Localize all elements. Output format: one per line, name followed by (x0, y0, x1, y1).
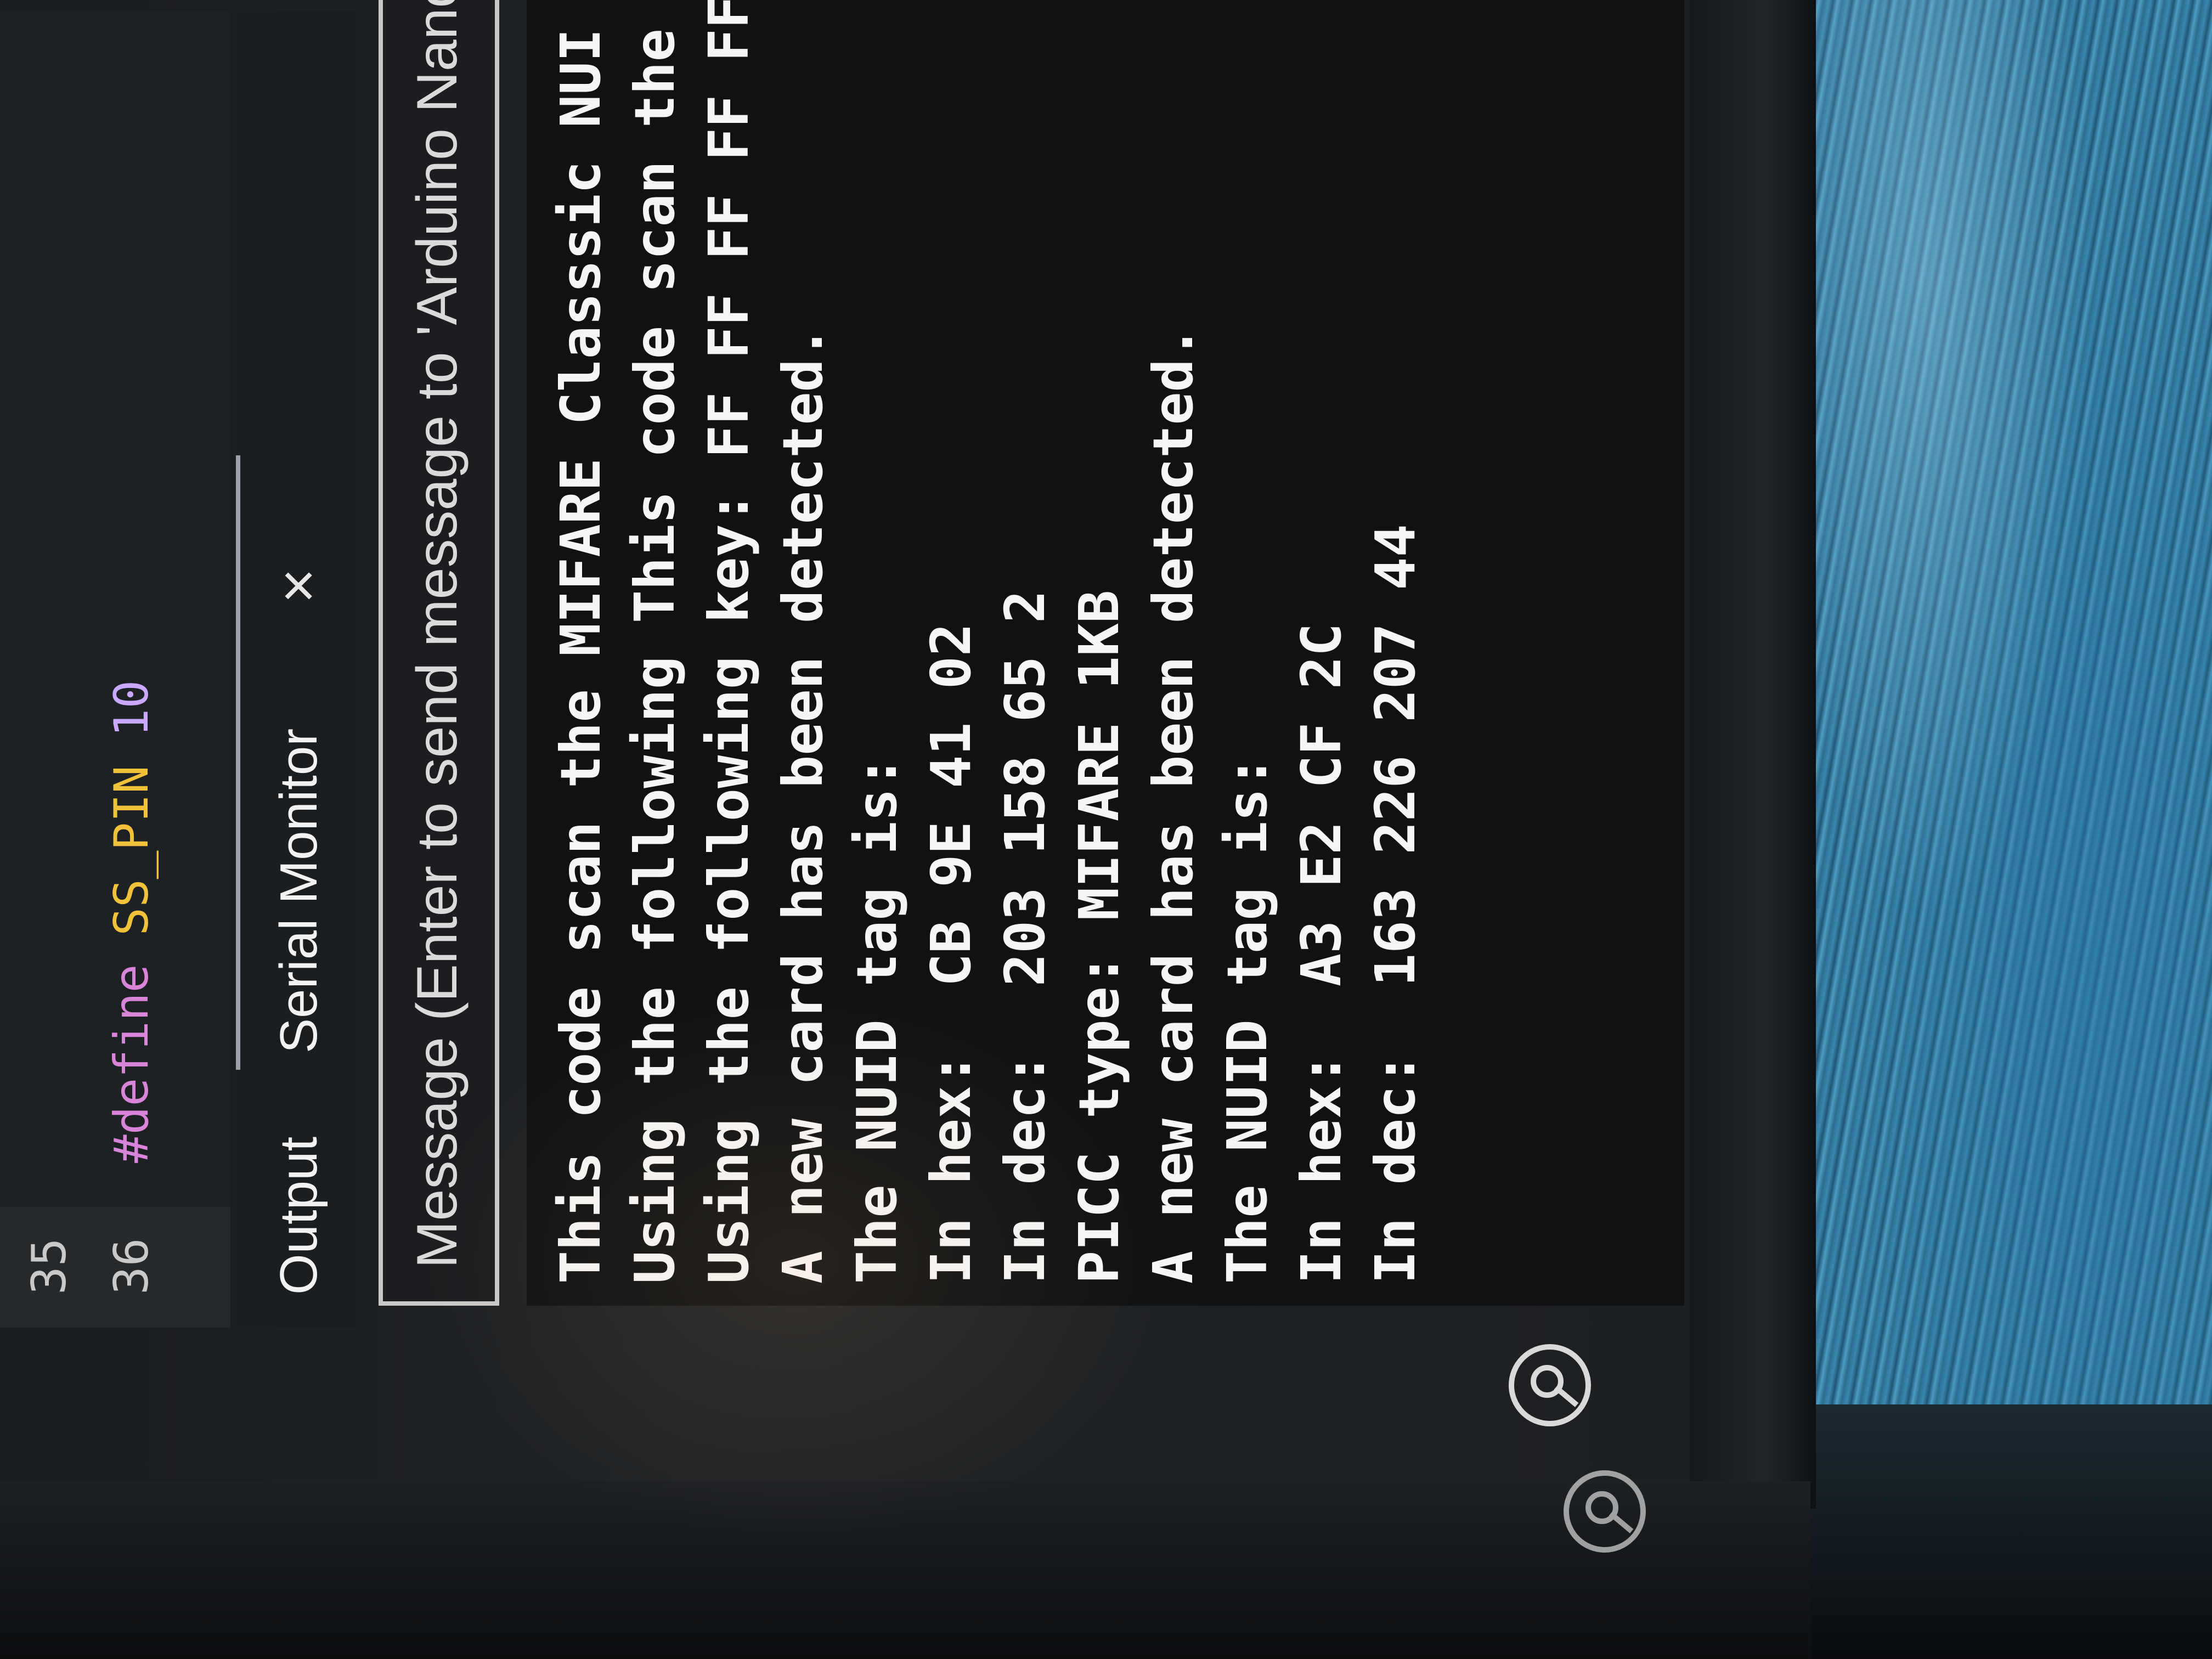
output-line: A new card has been detected. (1141, 326, 1205, 1284)
output-line: In dec: 163 226 207 44 (1363, 524, 1427, 1284)
monitor-bottom-bezel (0, 1481, 1810, 1659)
output-line: In hex: A3 E2 CF 2C (1289, 623, 1353, 1284)
arduino-ide: 35 36 #define SS_PIN 10 Output Serial Mo… (0, 0, 1690, 1328)
macro-name: SS_PIN (104, 765, 159, 936)
background-shadow (1805, 1404, 2212, 1659)
active-tab-indicator (236, 455, 240, 1070)
bottom-panel-tabs: Output Serial Monitor × (236, 11, 357, 1328)
tab-serial-monitor[interactable]: Serial Monitor (269, 729, 329, 1053)
output-line: In hex: CB 9E 41 02 (919, 623, 983, 1284)
line-number: 36 (104, 1238, 159, 1295)
output-line: The NUID tag is: (845, 755, 909, 1284)
output-line: The NUID tag is: (1215, 755, 1279, 1284)
autoscroll-icon[interactable] (1509, 1344, 1591, 1426)
close-icon[interactable]: × (263, 568, 333, 603)
output-line: A new card has been detected. (771, 326, 835, 1284)
output-line: Using the following This code scan the (623, 29, 687, 1284)
autoscroll-icon-reflection (1564, 1470, 1646, 1553)
macro-value: 10 (104, 680, 159, 737)
code-text: #define SS_PIN 10 (104, 680, 159, 1163)
serial-message-input[interactable]: Message (Enter to send message to 'Ardui… (379, 0, 499, 1306)
line-number: 35 (22, 1238, 77, 1295)
output-line: This code scan the MIFARE Classsic NUI (549, 29, 613, 1284)
background-desk (1805, 0, 2212, 1404)
output-line: Using the following key: FF FF FF FF FF (697, 0, 761, 1284)
tab-output[interactable]: Output (269, 1137, 329, 1295)
monitor-bezel (1690, 0, 1816, 1509)
code-editor[interactable]: 35 36 #define SS_PIN 10 (0, 11, 230, 1328)
serial-output: This code scan the MIFARE Classsic NUI U… (527, 0, 1684, 1306)
preprocessor-keyword: #define (104, 964, 159, 1163)
output-line: PICC type: MIFARE 1KB (1067, 590, 1131, 1284)
output-line: In dec: 203 158 65 2 (993, 590, 1057, 1284)
